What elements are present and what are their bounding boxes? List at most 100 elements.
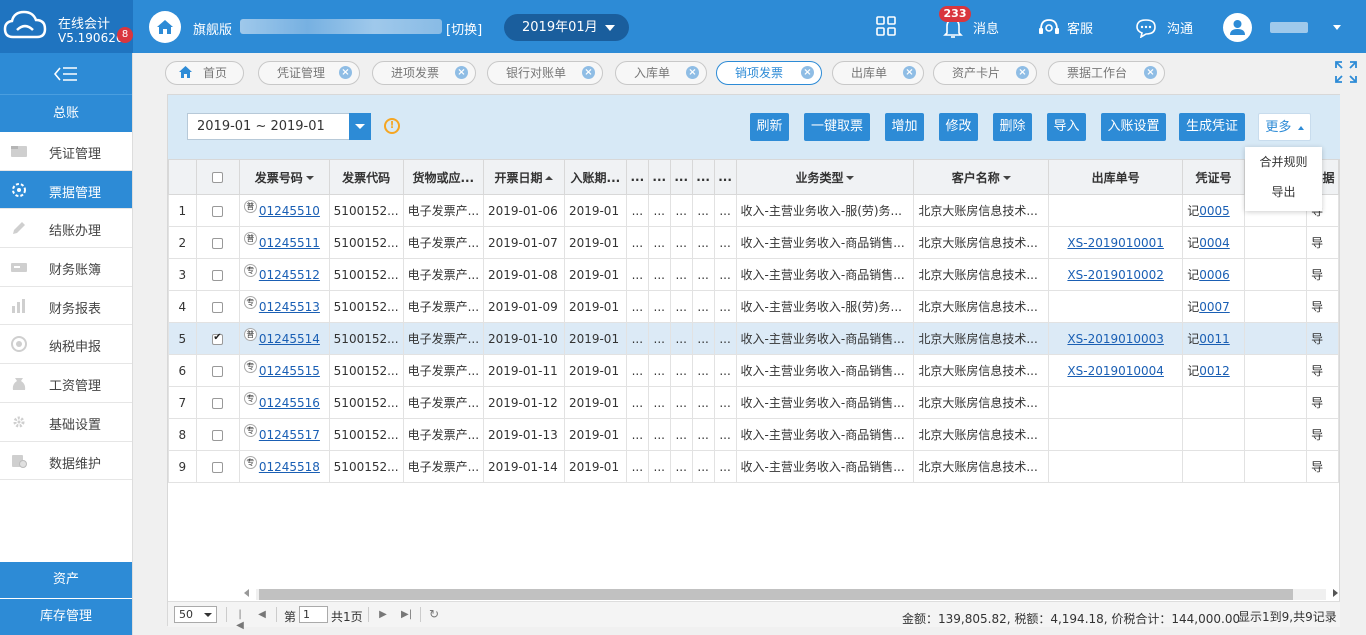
- username-redacted[interactable]: [1270, 22, 1308, 33]
- switch-company-link[interactable]: [切换]: [446, 19, 482, 38]
- row-checkbox-cell[interactable]: [195, 322, 240, 355]
- sidebar-item-closing[interactable]: 结账办理: [0, 209, 132, 249]
- page-size-select[interactable]: 50: [174, 606, 217, 623]
- close-icon[interactable]: ×: [339, 66, 352, 79]
- import-button[interactable]: 导入: [1047, 113, 1086, 141]
- voucher-no-cell[interactable]: 记0012: [1182, 354, 1245, 387]
- close-icon[interactable]: ×: [582, 66, 595, 79]
- invoice-no-cell[interactable]: 普 01245514: [238, 322, 330, 355]
- voucher-no-link[interactable]: 0011: [1199, 332, 1230, 346]
- invoice-no-link[interactable]: 01245511: [259, 236, 320, 250]
- sidebar-item-data[interactable]: 数据维护: [0, 442, 132, 481]
- table-row[interactable]: 8 专 01245517 5100152... 电子发票产... 2019-01-13 20…: [168, 418, 1339, 451]
- invoice-no-cell[interactable]: 专 01245513: [238, 290, 330, 323]
- table-row[interactable]: 1 普 01245510 5100152... 电子发票产... 2019-01-06 20…: [168, 194, 1339, 227]
- invoice-no-link[interactable]: 01245516: [259, 396, 320, 410]
- sidebar-inventory[interactable]: 库存管理: [0, 599, 132, 635]
- outbound-no-cell[interactable]: XS-2019010004: [1048, 354, 1184, 387]
- outbound-no-link[interactable]: XS-2019010003: [1067, 332, 1164, 346]
- sidebar-item-tax[interactable]: 纳税申报: [0, 325, 132, 365]
- col-voucher-no[interactable]: 凭证号: [1182, 159, 1245, 195]
- select-all-checkbox[interactable]: [212, 172, 224, 183]
- sidebar-item-salary[interactable]: 工资管理: [0, 364, 132, 403]
- document-cell[interactable]: 导: [1306, 450, 1339, 483]
- invoice-no-cell[interactable]: 专 01245516: [238, 386, 330, 419]
- invoice-no-link[interactable]: 01245515: [259, 364, 320, 378]
- edit-button[interactable]: 修改: [939, 113, 978, 141]
- voucher-no-cell[interactable]: [1182, 450, 1245, 483]
- col-hidden-1[interactable]: ...: [625, 159, 649, 195]
- col-hidden-5[interactable]: ...: [713, 159, 737, 195]
- voucher-no-link[interactable]: 0007: [1199, 300, 1230, 314]
- table-row[interactable]: 7 专 01245516 5100152... 电子发票产... 2019-01-12 20…: [168, 386, 1339, 419]
- voucher-no-link[interactable]: 0005: [1199, 204, 1230, 218]
- invoice-no-cell[interactable]: 普 01245511: [238, 226, 330, 259]
- voucher-no-cell[interactable]: [1182, 418, 1245, 451]
- sidebar-collapse-button[interactable]: [0, 53, 132, 95]
- sidebar-item-voucher[interactable]: 凭证管理: [0, 132, 132, 171]
- sidebar-item-settings[interactable]: 基础设置: [0, 403, 132, 442]
- col-customer[interactable]: 客户名称: [913, 159, 1050, 195]
- document-cell[interactable]: 导: [1306, 354, 1339, 387]
- sidebar-item-invoice[interactable]: 票据管理: [0, 170, 132, 210]
- last-page-icon[interactable]: ▶|: [401, 609, 412, 620]
- table-row[interactable]: 5普012455145100152...电子发票产...2019-01-1020…: [168, 322, 1339, 355]
- customer-service-link[interactable]: 客服: [1067, 18, 1093, 37]
- delete-button[interactable]: 删除: [993, 113, 1032, 141]
- tab-voucher[interactable]: 凭证管理 ×: [258, 61, 360, 85]
- tab-asset-card[interactable]: 资产卡片 ×: [933, 61, 1037, 85]
- user-avatar[interactable]: [1223, 13, 1252, 42]
- close-icon[interactable]: ×: [801, 66, 814, 79]
- reload-icon[interactable]: ↻: [429, 608, 439, 620]
- close-icon[interactable]: ×: [1016, 66, 1029, 79]
- row-checkbox[interactable]: [212, 301, 224, 313]
- voucher-no-cell[interactable]: 记0011: [1182, 322, 1245, 355]
- outbound-no-cell[interactable]: [1048, 194, 1184, 227]
- table-row[interactable]: 6 专 01245515 5100152... 电子发票产... 2019-01-11 20…: [168, 354, 1339, 387]
- close-icon[interactable]: ×: [686, 66, 699, 79]
- menu-item-export[interactable]: 导出: [1245, 177, 1322, 207]
- scroll-right-arrow-icon[interactable]: [1333, 589, 1338, 597]
- sidebar-section-title[interactable]: 总账: [0, 95, 132, 132]
- document-cell[interactable]: 导: [1306, 258, 1339, 291]
- outbound-no-link[interactable]: XS-2019010004: [1067, 364, 1164, 378]
- fetch-invoices-button[interactable]: 一键取票: [804, 113, 870, 141]
- col-hidden-2[interactable]: ...: [647, 159, 671, 195]
- invoice-no-cell[interactable]: 专 01245515: [238, 354, 330, 387]
- table-row[interactable]: 2 普 01245511 5100152... 电子发票产... 2019-01-07 20…: [168, 226, 1339, 259]
- page-number-input[interactable]: 1: [299, 606, 328, 623]
- row-checkbox-cell[interactable]: [195, 450, 240, 483]
- document-cell[interactable]: 导: [1306, 226, 1339, 259]
- col-business-type[interactable]: 业务类型: [735, 159, 915, 195]
- col-hidden-4[interactable]: ...: [691, 159, 715, 195]
- col-outbound-no[interactable]: 出库单号: [1048, 159, 1184, 195]
- voucher-no-cell[interactable]: [1182, 386, 1245, 419]
- invoice-no-link[interactable]: 01245514: [259, 332, 320, 346]
- invoice-no-link[interactable]: 01245512: [259, 268, 320, 282]
- table-row[interactable]: 9 专 01245518 5100152... 电子发票产... 2019-01-14 20…: [168, 450, 1339, 483]
- voucher-no-cell[interactable]: 记0005: [1182, 194, 1245, 227]
- voucher-no-cell[interactable]: 记0007: [1182, 290, 1245, 323]
- invoice-no-link[interactable]: 01245513: [259, 300, 320, 314]
- outbound-no-cell[interactable]: XS-2019010003: [1048, 322, 1184, 355]
- fullscreen-icon[interactable]: [1334, 60, 1358, 84]
- sidebar-item-reports[interactable]: 财务报表: [0, 287, 132, 326]
- document-cell[interactable]: 导: [1306, 386, 1339, 419]
- row-checkbox[interactable]: [212, 269, 224, 281]
- col-invoice-code[interactable]: 发票代码: [328, 159, 404, 195]
- outbound-no-cell[interactable]: XS-2019010002: [1048, 258, 1184, 291]
- voucher-no-link[interactable]: 0012: [1199, 364, 1230, 378]
- col-issue-date[interactable]: 开票日期: [483, 159, 565, 195]
- row-checkbox-cell[interactable]: [195, 386, 240, 419]
- document-cell[interactable]: 导: [1306, 322, 1339, 355]
- table-row[interactable]: 3 专 01245512 5100152... 电子发票产... 2019-01-08 20…: [168, 258, 1339, 291]
- scroll-thumb[interactable]: [259, 589, 1293, 600]
- row-checkbox[interactable]: [212, 237, 224, 249]
- voucher-no-cell[interactable]: 记0006: [1182, 258, 1245, 291]
- outbound-no-cell[interactable]: [1048, 450, 1184, 483]
- next-page-icon[interactable]: ▶: [378, 609, 388, 620]
- col-posting-period[interactable]: 入账期...: [563, 159, 627, 195]
- document-cell[interactable]: 导: [1306, 290, 1339, 323]
- close-icon[interactable]: ×: [903, 66, 916, 79]
- close-icon[interactable]: ×: [455, 66, 468, 79]
